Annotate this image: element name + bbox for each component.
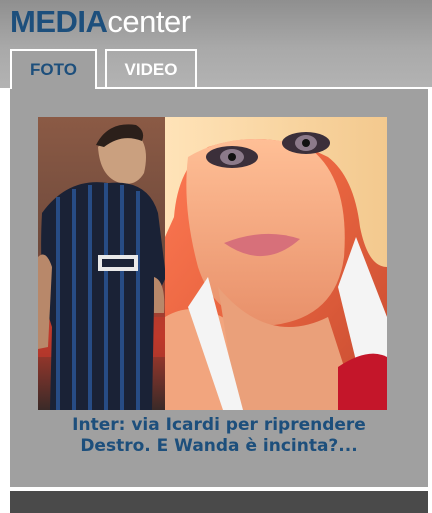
- tab-foto[interactable]: FOTO: [10, 49, 97, 90]
- gallery-photo[interactable]: [38, 117, 387, 410]
- logo-center-text: center: [107, 4, 191, 39]
- gallery-photo-image: [38, 117, 387, 410]
- caption-line-1: Inter: via Icardi per riprendere: [72, 415, 366, 435]
- gallery-panel: Inter: via Icardi per riprendere Destro.…: [10, 89, 428, 487]
- logo-media-text: MEDIA: [10, 4, 108, 39]
- mediacenter-logo: MEDIAcenter: [10, 4, 191, 40]
- caption-line-2: Destro. E Wanda è incinta?...: [80, 436, 358, 456]
- tab-video[interactable]: VIDEO: [105, 49, 197, 89]
- photo-caption[interactable]: Inter: via Icardi per riprendere Destro.…: [10, 415, 428, 457]
- media-center-widget: MEDIAcenter FOTO VIDEO Inter: via Icardi…: [0, 0, 432, 513]
- footer-bar: [10, 491, 428, 513]
